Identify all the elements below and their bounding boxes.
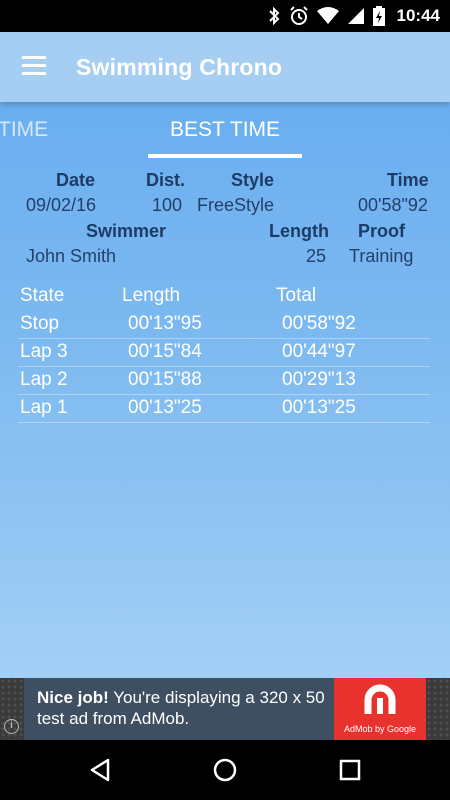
status-time: 10:44 [396,6,440,25]
app-bar: Swimming Chrono [0,32,450,102]
alarm-icon [289,6,308,25]
bluetooth-icon [268,6,279,26]
lap-total: 00'29"13 [282,369,356,390]
row-divider [18,366,430,367]
row-divider [18,394,430,395]
tab-bar: TIME BEST TIME [0,102,450,158]
lap-length: 00'15"88 [128,369,202,390]
status-bar: 10:44 [0,0,450,32]
value-length: 25 [306,246,327,266]
header-time: Time [387,170,429,190]
signal-icon [347,8,364,24]
admob-logo-text: AdMob by Google [343,724,417,734]
lap-state: Lap 1 [20,397,68,418]
ad-text: Nice job! You're displaying a 320 x 50 t… [37,687,337,729]
ad-info-icon[interactable]: i [4,719,19,734]
value-dist: 100 [152,195,183,215]
home-icon[interactable] [211,756,239,784]
tab-time[interactable]: TIME [0,118,48,142]
value-swimmer: John Smith [26,246,117,266]
hamburger-menu-icon[interactable] [22,56,48,76]
recents-icon[interactable] [336,756,364,784]
navigation-bar [0,740,450,800]
lap-total: 00'44"97 [282,341,356,362]
lap-length: 00'15"84 [128,341,202,362]
ad-headline: Nice job! [37,688,109,707]
battery-icon [372,6,385,26]
admob-logo-icon [364,684,396,714]
value-date: 09/02/16 [26,195,97,215]
value-style: FreeStyle [197,195,275,215]
value-time: 00'58"92 [358,195,428,215]
tab-indicator [148,154,302,158]
lap-total: 00'13"25 [282,397,356,418]
lap-length: 00'13"25 [128,397,202,418]
admob-logo[interactable]: AdMob by Google [334,678,426,740]
header-length: Length [269,221,329,241]
laps-header-length: Length [122,285,181,306]
header-style: Style [231,170,275,190]
tab-best-time[interactable]: BEST TIME [148,118,302,142]
row-divider [18,338,430,339]
header-dist: Dist. [146,170,186,190]
header-swimmer: Swimmer [86,221,167,241]
lap-total: 00'58"92 [282,313,356,334]
lap-length: 00'13"95 [128,313,202,334]
laps-header-state: State [20,285,65,306]
status-icons: 10:44 [267,0,440,32]
header-date: Date [56,170,96,190]
ad-banner[interactable]: i Nice job! You're displaying a 320 x 50… [0,678,450,740]
back-icon[interactable] [86,756,114,784]
wifi-icon [316,7,339,24]
header-proof: Proof [358,221,405,241]
main-content: TIME BEST TIME Date Dist. Style Time 09/… [0,102,450,678]
lap-state: Lap 3 [20,341,68,362]
ad-content[interactable]: Nice job! You're displaying a 320 x 50 t… [24,678,426,740]
value-proof: Training [349,246,414,266]
lap-state: Stop [20,313,60,334]
laps-header-total: Total [276,285,317,306]
row-divider [18,422,430,423]
lap-state: Lap 2 [20,369,68,390]
app-title: Swimming Chrono [76,54,283,80]
